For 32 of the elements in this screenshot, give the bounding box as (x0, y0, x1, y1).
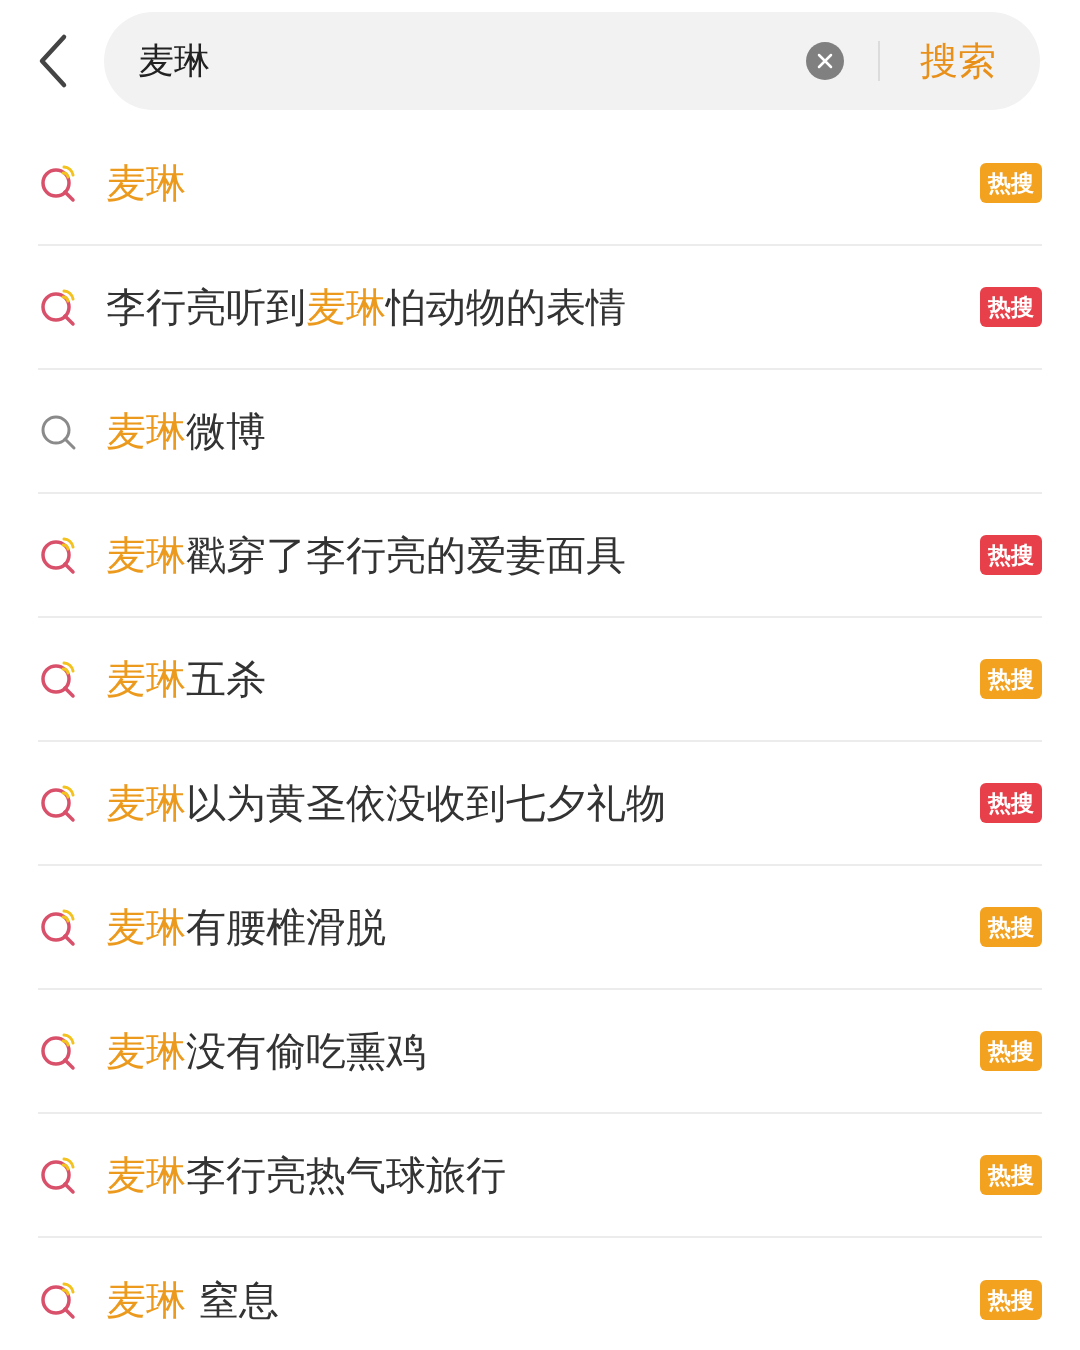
suggestion-text: 麦琳李行亮热气球旅行 (106, 1151, 507, 1200)
suggestion-text: 麦琳没有偷吃熏鸡 (106, 1027, 427, 1076)
suggestion-item[interactable]: 麦琳有腰椎滑脱 热搜 (38, 866, 1042, 990)
suggestion-item[interactable]: 麦琳李行亮热气球旅行 热搜 (38, 1114, 1042, 1238)
hot-tag: 热搜 (980, 1279, 1042, 1321)
hot-tag: 热搜 (980, 1030, 1042, 1072)
suggestion-item[interactable]: 麦琳 窒息 热搜 (38, 1238, 1042, 1350)
suggestion-item[interactable]: 李行亮听到麦琳怕动物的表情 热搜 (38, 246, 1042, 370)
suggestion-item[interactable]: 麦琳戳穿了李行亮的爱妻面具 热搜 (38, 494, 1042, 618)
hot-tag: 热搜 (980, 162, 1042, 204)
suggestion-text: 麦琳戳穿了李行亮的爱妻面具 (106, 531, 627, 580)
suggestion-item[interactable]: 麦琳微博 (38, 370, 1042, 494)
suggestion-text: 麦琳有腰椎滑脱 (106, 903, 387, 952)
suggestion-text: 麦琳 窒息 (106, 1276, 280, 1325)
suggestion-text: 麦琳微博 (106, 407, 267, 456)
hot-tag: 热搜 (980, 906, 1042, 948)
close-icon (817, 53, 833, 69)
search-query: 麦琳 (138, 39, 211, 83)
hot-tag: 热搜 (980, 658, 1042, 700)
search-field[interactable]: 麦琳 搜索 (104, 12, 1040, 110)
suggestion-text: 李行亮听到麦琳怕动物的表情 (106, 283, 627, 332)
suggestion-item[interactable]: 麦琳五杀 热搜 (38, 618, 1042, 742)
hot-tag: 热搜 (980, 1154, 1042, 1196)
hot-tag: 热搜 (980, 534, 1042, 576)
suggestion-text: 麦琳 (106, 159, 187, 208)
suggestion-text: 麦琳以为黄圣依没收到七夕礼物 (106, 779, 667, 828)
suggestion-item[interactable]: 麦琳没有偷吃熏鸡 热搜 (38, 990, 1042, 1114)
clear-button[interactable] (806, 42, 844, 80)
suggestion-text: 麦琳五杀 (106, 655, 267, 704)
hot-tag: 热搜 (980, 782, 1042, 824)
hot-tag: 热搜 (980, 286, 1042, 328)
suggestion-item[interactable]: 麦琳以为黄圣依没收到七夕礼物 热搜 (38, 742, 1042, 866)
